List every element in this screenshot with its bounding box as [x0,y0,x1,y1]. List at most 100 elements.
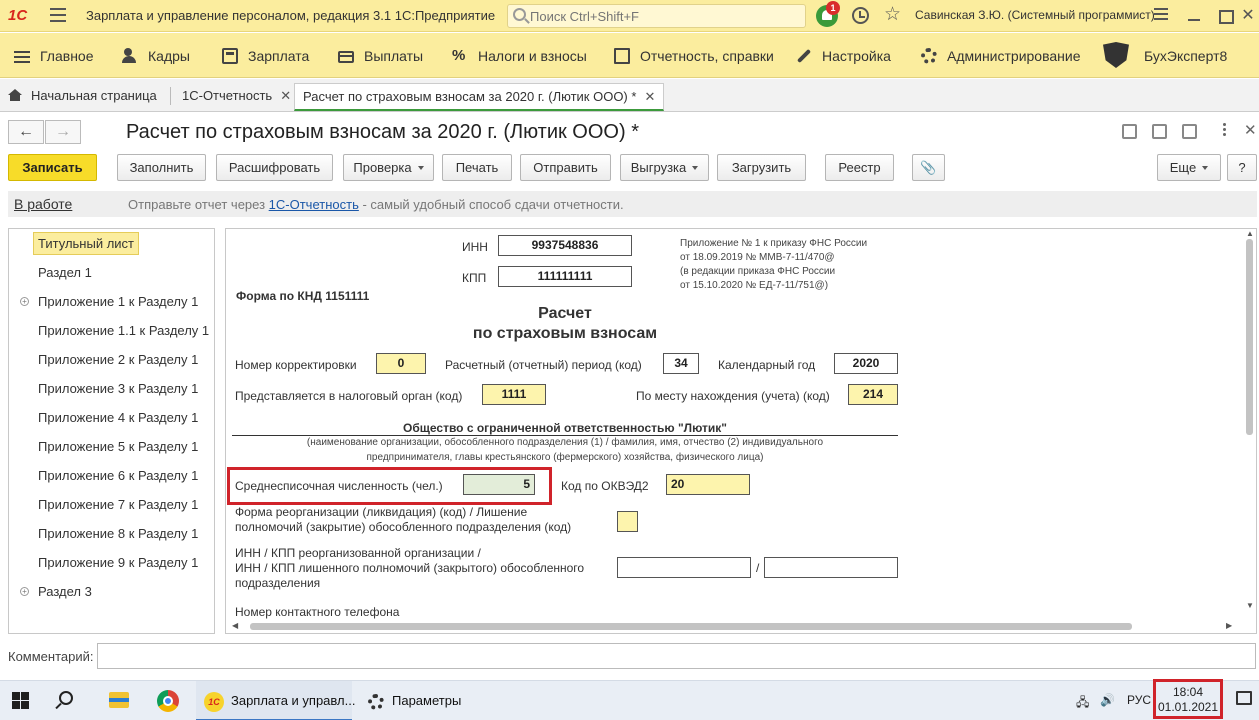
location-field[interactable]: 214 [848,384,898,405]
people-icon [122,48,138,64]
tab-insurance-report[interactable]: Расчет по страховым взносам за 2020 г. (… [294,83,665,111]
okved-field[interactable]: 20 [666,474,750,495]
nav-item-annex-7[interactable]: Приложение 7 к Разделу 1 [9,490,214,519]
system-clock[interactable]: 18:04 01.01.2021 [1153,679,1223,719]
search-icon[interactable] [59,691,73,705]
nav-item-annex-8[interactable]: Приложение 8 к Разделу 1 [9,519,214,548]
taskbar-app-settings[interactable]: Параметры [360,681,510,720]
global-search[interactable] [507,4,806,28]
inn-field[interactable]: 9937548836 [498,235,632,256]
comment-field[interactable] [97,643,1256,669]
nav-item-annex-4[interactable]: Приложение 4 к Разделу 1 [9,403,214,432]
registry-button[interactable]: Реестр [825,154,894,181]
scroll-down-icon[interactable]: ▼ [1246,601,1254,610]
section-hr[interactable]: Кадры [122,46,190,66]
main-menu-icon[interactable] [50,8,66,22]
scroll-right-icon[interactable]: ▶ [1226,621,1232,630]
minimize-icon[interactable] [1184,5,1206,27]
preview-search-icon[interactable] [1182,124,1197,139]
section-reports[interactable]: Отчетность, справки [614,46,774,66]
send-button[interactable]: Отправить [520,154,611,181]
year-field[interactable]: 2020 [834,353,898,374]
current-user[interactable]: Савинская З.Ю. (Системный программист) [915,8,1155,22]
nav-item-annex-3[interactable]: Приложение 3 к Разделу 1 [9,374,214,403]
nav-item-section-1[interactable]: Раздел 1 [9,258,214,287]
history-icon[interactable] [852,7,869,24]
organization-name[interactable]: Общество с ограниченной ответственностью… [232,421,898,435]
nav-item-section-3[interactable]: + Раздел 3 [9,577,214,606]
more-options-icon[interactable] [1216,121,1232,141]
correction-field[interactable]: 0 [376,353,426,374]
nav-item-annex-1-1[interactable]: Приложение 1.1 к Разделу 1 [9,316,214,345]
headcount-field[interactable]: 5 [463,474,535,495]
kpp-label: КПП [462,271,487,285]
expand-icon[interactable]: + [20,297,29,306]
decode-button[interactable]: Расшифровать [216,154,333,181]
nav-item-annex-6[interactable]: Приложение 6 к Разделу 1 [9,461,214,490]
forward-arrow-icon[interactable]: → [45,120,81,144]
tab-1c-reporting[interactable]: 1С-Отчетность ✕ [174,83,299,111]
section-label: Выплаты [364,48,424,64]
taskbar-app-1c[interactable]: 1С Зарплата и управл... [196,681,355,720]
fill-button[interactable]: Заполнить [117,154,206,181]
section-payments[interactable]: Выплаты [338,46,423,66]
nav-item-title-page[interactable]: Титульный лист [9,229,214,258]
save-button[interactable]: Записать [8,154,97,181]
windows-start-icon[interactable] [12,692,29,709]
headcount-label: Среднесписочная численность (чел.) [235,479,443,493]
nav-item-annex-9[interactable]: Приложение 9 к Разделу 1 [9,548,214,577]
reorg-kpp-field[interactable] [764,557,898,578]
document-status-link[interactable]: В работе [14,196,72,212]
scroll-thumb[interactable] [250,623,1132,630]
section-main[interactable]: Главное [14,46,94,66]
close-icon[interactable]: ✕ [1237,5,1259,27]
check-button[interactable]: Проверка [343,154,434,181]
close-document-icon[interactable]: ✕ [1244,121,1257,139]
export-button[interactable]: Выгрузка [620,154,709,181]
attachment-button[interactable]: 📎 [912,154,945,181]
close-tab-icon[interactable]: ✕ [280,88,291,103]
more-button[interactable]: Еще [1157,154,1221,181]
chrome-icon[interactable] [157,690,179,712]
back-arrow-icon[interactable]: ← [8,120,44,144]
settings-menu-icon[interactable] [1150,5,1172,27]
expand-icon[interactable]: + [20,587,29,596]
1c-reporting-link[interactable]: 1С-Отчетность [269,197,359,212]
period-field[interactable]: 34 [663,353,699,374]
help-button[interactable]: ? [1227,154,1257,181]
reorg-inn-field[interactable] [617,557,751,578]
network-icon[interactable]: 🖧 [1076,693,1089,714]
tab-home[interactable]: Начальная страница [0,83,165,111]
check-label: Проверка [353,160,412,175]
print-icon[interactable] [1152,124,1167,139]
volume-icon[interactable]: 🔊 [1100,693,1115,707]
favorites-star-icon[interactable]: ☆ [884,4,901,26]
reorg-code-field[interactable] [617,511,638,532]
input-language[interactable]: РУС [1127,693,1151,707]
file-explorer-icon[interactable] [109,692,129,708]
save-disk-icon[interactable] [1122,124,1137,139]
maximize-icon[interactable] [1214,5,1236,27]
section-label: Кадры [148,48,190,64]
knd-form-code: Форма по КНД 1151111 [236,289,370,303]
print-button[interactable]: Печать [442,154,512,181]
load-button[interactable]: Загрузить [717,154,806,181]
nav-item-annex-1[interactable]: + Приложение 1 к Разделу 1 [9,287,214,316]
nav-item-annex-5[interactable]: Приложение 5 к Разделу 1 [9,432,214,461]
kpp-field[interactable]: 111111111 [498,266,632,287]
section-settings[interactable]: Настройка [796,46,891,66]
tax-office-field[interactable]: 1111 [482,384,546,405]
scroll-left-icon[interactable]: ◀ [232,621,238,630]
action-center-icon[interactable] [1236,691,1252,705]
close-tab-icon[interactable]: ✕ [644,89,655,104]
section-taxes[interactable]: % Налоги и взносы [452,46,587,66]
section-admin[interactable]: Администрирование [921,46,1081,66]
nav-item-annex-2[interactable]: Приложение 2 к Разделу 1 [9,345,214,374]
section-buhexpert[interactable]: БухЭксперт8 [1144,46,1227,66]
vertical-scrollbar[interactable]: ▲ ▼ [1243,229,1256,619]
section-salary[interactable]: Зарплата [222,46,309,66]
horizontal-scrollbar[interactable]: ◀ ▶ [226,619,1243,633]
search-input[interactable] [530,7,800,25]
scroll-up-icon[interactable]: ▲ [1246,229,1254,238]
scroll-thumb[interactable] [1246,239,1253,435]
